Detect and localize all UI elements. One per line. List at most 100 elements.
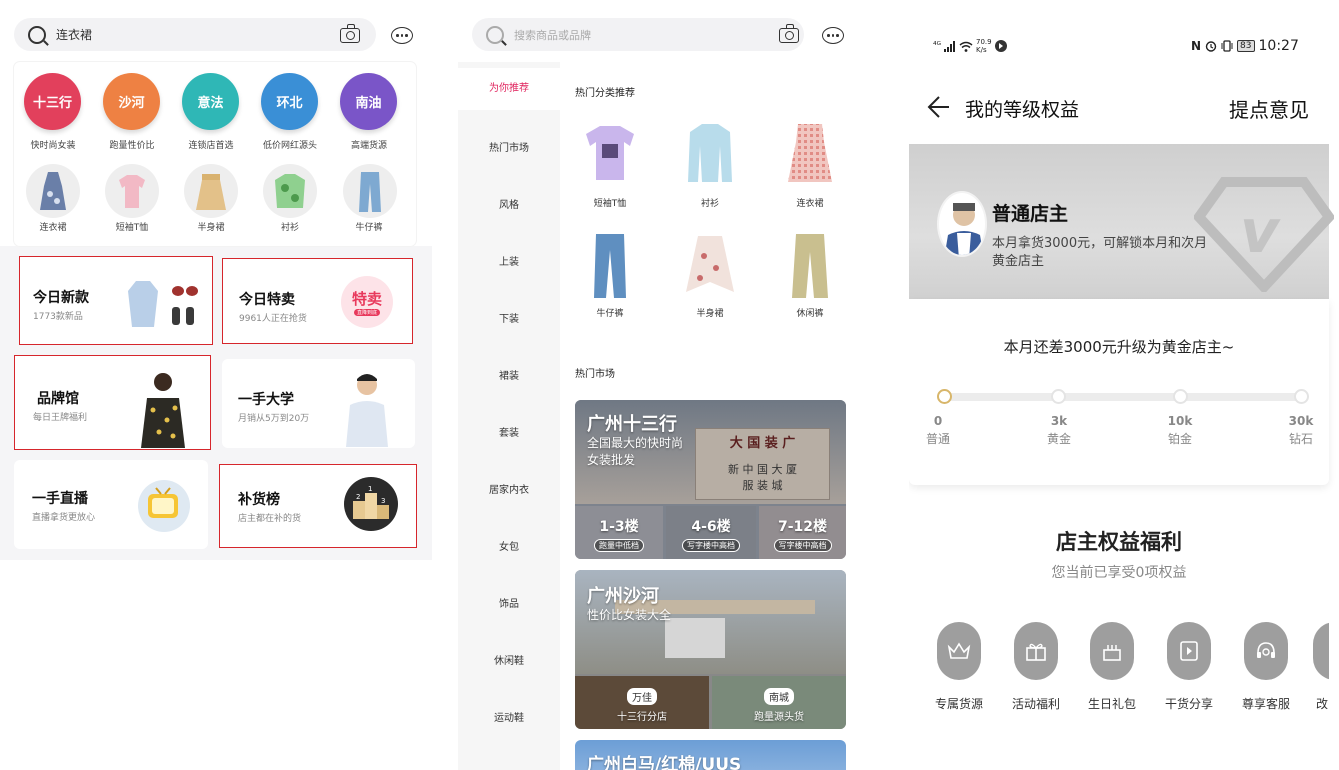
floor-label: 写字楼中高档 bbox=[682, 539, 740, 552]
branch-tile[interactable]: 万佳 十三行分店 bbox=[575, 676, 709, 729]
dress-thumbnail[interactable] bbox=[26, 164, 80, 218]
floor-tile[interactable]: 1-3楼 跑量中低档 bbox=[575, 506, 663, 559]
sidebar-item-accessories[interactable]: 饰品 bbox=[458, 595, 560, 610]
sidebar-item-sets[interactable]: 套装 bbox=[458, 424, 560, 439]
skirt-thumbnail[interactable] bbox=[184, 164, 238, 218]
search-bar[interactable]: 连衣裙 bbox=[14, 18, 376, 51]
floor-tile[interactable]: 4-6楼 写字楼中高档 bbox=[666, 506, 756, 559]
sidebar-item-dresses[interactable]: 裙装 bbox=[458, 367, 560, 382]
battery-level: 83 bbox=[1237, 40, 1255, 52]
net-speed-value: 70.9 bbox=[976, 38, 992, 46]
card-subtitle: 1773款新品 bbox=[33, 312, 83, 322]
sidebar-item-style[interactable]: 风格 bbox=[458, 196, 560, 211]
shirt-thumbnail[interactable] bbox=[263, 164, 317, 218]
membership-panel: ⁴ᴳ 70.9 K/s N 83 10:27 我的等级权益 提点意见 v 普通店… bbox=[909, 0, 1339, 770]
benefit-label: 活动福利 bbox=[1011, 697, 1060, 711]
product-jeans[interactable] bbox=[580, 232, 640, 300]
level-name: 黄金 bbox=[1046, 432, 1071, 446]
category-yifa[interactable]: 意法 bbox=[182, 73, 239, 130]
network-type: ⁴ᴳ bbox=[933, 41, 941, 51]
section-title-hot-categories: 热门分类推荐 bbox=[575, 88, 635, 99]
category-shahe[interactable]: 沙河 bbox=[103, 73, 160, 130]
product-skirt[interactable] bbox=[680, 232, 740, 300]
special-sale-card[interactable]: 今日特卖 9961人正在抢货 特卖 直降到底 bbox=[222, 258, 413, 344]
benefit-vip-service[interactable]: 尊享客服 bbox=[1236, 622, 1296, 712]
signal-icon bbox=[944, 40, 955, 52]
building-sign: 大 国 装 广 新 中 国 大 厦 服 装 城 bbox=[695, 428, 830, 500]
level-value: 30k bbox=[1288, 414, 1314, 428]
product-casual-pants[interactable] bbox=[780, 232, 840, 300]
app-notification-icon bbox=[994, 40, 1007, 52]
level-value: 10k bbox=[1167, 414, 1193, 428]
headset-icon bbox=[1244, 622, 1288, 680]
live-stream-card[interactable]: 一手直播 直播拿货更放心 bbox=[14, 460, 208, 549]
feedback-button[interactable]: 提点意见 bbox=[1229, 94, 1309, 123]
v-diamond-watermark: v bbox=[1194, 177, 1334, 292]
level-progress-track bbox=[937, 389, 1309, 404]
net-speed: 70.9 K/s bbox=[976, 38, 992, 54]
message-icon[interactable] bbox=[391, 27, 413, 44]
partial-icon bbox=[1313, 622, 1329, 680]
sidebar-item-homewear[interactable]: 居家内衣 bbox=[458, 481, 560, 496]
upgrade-hint: 本月还差3000元升级为黄金店主~ bbox=[1003, 338, 1235, 356]
nfc-icon: N bbox=[1191, 39, 1202, 53]
svg-text:3: 3 bbox=[381, 497, 385, 505]
floor-name: 7-12楼 bbox=[777, 519, 828, 535]
page-title: 我的等级权益 bbox=[965, 99, 1080, 121]
product-label: 短袖T恤 bbox=[593, 199, 627, 209]
product-tshirt[interactable] bbox=[580, 122, 640, 182]
sidebar-item-tops[interactable]: 上装 bbox=[458, 253, 560, 268]
sidebar-item-bags[interactable]: 女包 bbox=[458, 538, 560, 553]
brand-hall-card[interactable]: 品牌馆 每日王牌福利 bbox=[14, 355, 211, 450]
market-title: 广州沙河 bbox=[587, 586, 659, 607]
category-caption: 跑量性价比 bbox=[109, 141, 155, 151]
benefit-more[interactable]: 改 bbox=[1313, 622, 1329, 712]
market-banner-baima[interactable]: 广州白马/红棉/UUS bbox=[575, 740, 846, 770]
branch-tile[interactable]: 南城 跑量源头货 bbox=[712, 676, 846, 729]
camera-icon[interactable] bbox=[779, 24, 799, 43]
branch-tag: 南城 bbox=[764, 688, 794, 705]
sidebar-item-market[interactable]: 热门市场 bbox=[458, 139, 560, 154]
camera-icon[interactable] bbox=[340, 24, 360, 43]
category-shisanhang[interactable]: 十三行 bbox=[24, 73, 81, 130]
university-card[interactable]: 一手大学 月销从5万到20万 bbox=[222, 359, 415, 448]
back-arrow-icon[interactable] bbox=[927, 95, 949, 119]
sign-text-2: 服 装 城 bbox=[742, 479, 783, 492]
search-input[interactable]: 连衣裙 bbox=[56, 26, 92, 43]
product-shirt[interactable] bbox=[680, 122, 740, 182]
avatar bbox=[937, 191, 987, 257]
product-dress[interactable] bbox=[780, 122, 840, 182]
benefit-label: 生日礼包 bbox=[1087, 697, 1136, 711]
sidebar-item-bottoms[interactable]: 下装 bbox=[458, 310, 560, 325]
product-label: 连衣裙 bbox=[796, 199, 824, 209]
restock-ranking-card[interactable]: 补货榜 店主都在补的货 12 3 bbox=[219, 464, 417, 548]
market-banner-shisanhang[interactable]: 大 国 装 广 新 中 国 大 厦 服 装 城 广州十三行 全国最大的快时尚 女… bbox=[575, 400, 846, 559]
benefit-event-welfare[interactable]: 活动福利 bbox=[1006, 622, 1066, 712]
sign-text-1: 新 中 国 大 厦 bbox=[728, 463, 797, 476]
new-arrivals-card[interactable]: 今日新款 1773款新品 bbox=[19, 256, 213, 345]
card-title: 品牌馆 bbox=[37, 391, 79, 407]
category-nanyou[interactable]: 南油 bbox=[340, 73, 397, 130]
member-level-name: 普通店主 bbox=[992, 203, 1069, 225]
tshirt-thumbnail[interactable] bbox=[105, 164, 159, 218]
sign-top-text: 大 国 装 广 bbox=[729, 436, 796, 451]
member-level-desc: 本月拿货3000元，可解锁本月和次月 bbox=[992, 236, 1208, 251]
benefit-knowledge-share[interactable]: 干货分享 bbox=[1159, 622, 1219, 712]
floor-tile[interactable]: 7-12楼 写字楼中高档 bbox=[759, 506, 846, 559]
card-subtitle: 月销从5万到20万 bbox=[238, 414, 310, 424]
sidebar-item-sneakers[interactable]: 运动鞋 bbox=[458, 709, 560, 724]
market-subtitle: 性价比女装大全 bbox=[587, 608, 672, 622]
message-icon[interactable] bbox=[822, 27, 844, 44]
category-caption: 高端货源 bbox=[350, 141, 387, 151]
benefit-exclusive-source[interactable]: 专属货源 bbox=[929, 622, 989, 712]
svg-text:v: v bbox=[1240, 197, 1281, 267]
search-bar[interactable]: 搜索商品或品牌 bbox=[472, 18, 804, 51]
jeans-thumbnail[interactable] bbox=[343, 164, 397, 218]
search-input[interactable]: 搜索商品或品牌 bbox=[514, 27, 591, 43]
product-label: 衬衫 bbox=[700, 199, 719, 209]
category-huanbei[interactable]: 环北 bbox=[261, 73, 318, 130]
sidebar-item-casual-shoes[interactable]: 休闲鞋 bbox=[458, 652, 560, 667]
market-banner-shahe[interactable]: 广州沙河 性价比女装大全 万佳 十三行分店 南城 跑量源头货 bbox=[575, 570, 846, 729]
benefit-birthday-gift[interactable]: 生日礼包 bbox=[1082, 622, 1142, 712]
sidebar-item-recommend[interactable]: 为你推荐 bbox=[458, 68, 560, 110]
